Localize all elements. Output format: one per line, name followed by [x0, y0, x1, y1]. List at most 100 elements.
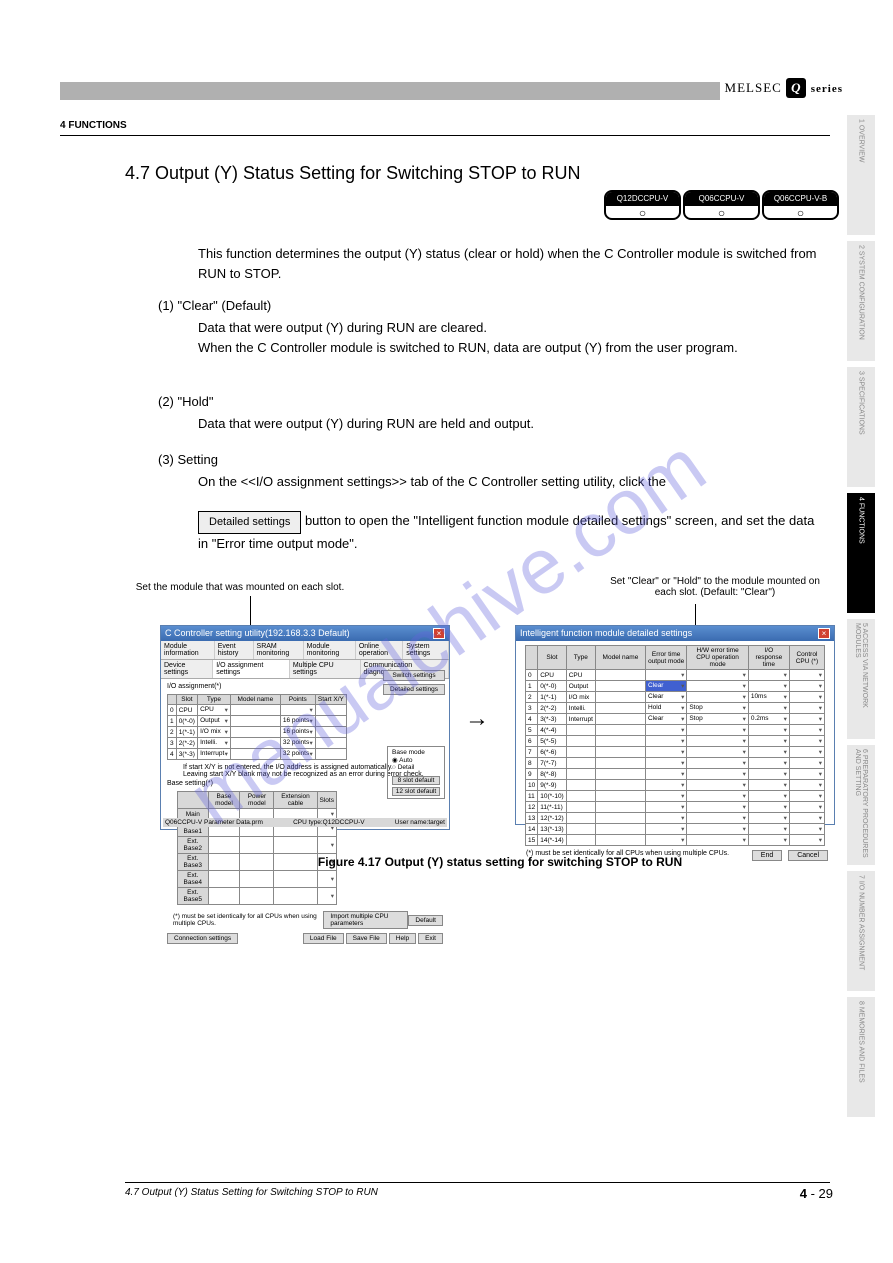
detail-cell[interactable]: ▾	[789, 824, 824, 835]
detail-cell[interactable]: ▾	[687, 758, 749, 769]
tab-event-history[interactable]: Event history	[215, 641, 254, 659]
exit-btn[interactable]: Exit	[418, 933, 443, 944]
detail-cell[interactable]: ▾	[687, 802, 749, 813]
detail-cell[interactable]: ▾	[645, 813, 686, 824]
io-cell[interactable]: ▾	[280, 705, 315, 716]
side-tab-7[interactable]: 7 I/O NUMBER ASSIGNMENT	[847, 871, 875, 991]
tab-module-info[interactable]: Module information	[161, 641, 215, 659]
detail-cell[interactable]: ▾	[645, 791, 686, 802]
detail-cell[interactable]: ▾	[789, 747, 824, 758]
detail-cell[interactable]: ▾	[645, 758, 686, 769]
detail-cell[interactable]: ▾	[789, 791, 824, 802]
detailed-settings-button[interactable]: Detailed settings	[383, 684, 445, 695]
detail-cell[interactable]: ▾	[748, 736, 789, 747]
default-btn[interactable]: Default	[408, 915, 443, 926]
detail-cell[interactable]: ▾	[687, 692, 749, 703]
io-cell[interactable]	[230, 705, 280, 716]
tab-online-op[interactable]: Online operation	[356, 641, 403, 659]
detail-cell[interactable]: Clear▾	[645, 681, 686, 692]
tab-sram[interactable]: SRAM monitoring	[254, 641, 304, 659]
io-cell[interactable]: 16 points▾	[280, 727, 315, 738]
io-cell[interactable]	[315, 705, 346, 716]
eight-slot-default-btn[interactable]: 8 slot default	[392, 776, 440, 785]
detail-cell[interactable]: ▾	[789, 835, 824, 846]
detail-cell[interactable]: ▾	[687, 670, 749, 681]
base-mode-detail[interactable]: Detail	[392, 764, 440, 771]
close-icon[interactable]: ×	[818, 628, 830, 639]
detail-cell[interactable]: 0.2ms▾	[748, 714, 789, 725]
import-multiple-cpu-btn[interactable]: Import multiple CPU parameters	[323, 911, 408, 929]
tab-system-settings[interactable]: System settings	[403, 641, 449, 659]
detail-cell[interactable]: ▾	[748, 769, 789, 780]
base-cell[interactable]: ▾	[317, 871, 336, 888]
detail-cell[interactable]: ▾	[748, 813, 789, 824]
io-cell[interactable]: Interrupt▾	[198, 749, 231, 760]
detail-cell[interactable]: ▾	[789, 692, 824, 703]
detail-cell[interactable]: ▾	[645, 736, 686, 747]
detail-cell[interactable]: ▾	[645, 835, 686, 846]
detail-cell[interactable]: ▾	[789, 802, 824, 813]
detail-cell[interactable]: ▾	[748, 725, 789, 736]
base-cell[interactable]	[240, 888, 274, 905]
detail-cell[interactable]: ▾	[748, 747, 789, 758]
close-icon[interactable]: ×	[433, 628, 445, 639]
detail-cell[interactable]: Stop▾	[687, 703, 749, 714]
io-cell[interactable]	[315, 727, 346, 738]
detail-cell[interactable]: ▾	[645, 780, 686, 791]
connection-settings-btn[interactable]: Connection settings	[167, 933, 238, 944]
detail-cell[interactable]: ▾	[748, 824, 789, 835]
io-cell[interactable]: Output▾	[198, 716, 231, 727]
detail-cell[interactable]: ▾	[748, 758, 789, 769]
detail-cell[interactable]: ▾	[789, 725, 824, 736]
detail-cell[interactable]: ▾	[748, 670, 789, 681]
tab-io-assignment[interactable]: I/O assignment settings	[213, 660, 290, 678]
detail-cell[interactable]: Clear▾	[645, 692, 686, 703]
detail-cell[interactable]: ▾	[645, 769, 686, 780]
side-tab-5[interactable]: 5 ACCESS VIA NETWORK MODULES	[847, 619, 875, 739]
io-cell[interactable]: 32 points▾	[280, 749, 315, 760]
detail-cell[interactable]: ▾	[687, 769, 749, 780]
detail-cell[interactable]: ▾	[645, 747, 686, 758]
detail-cell[interactable]: ▾	[748, 703, 789, 714]
switch-settings-button[interactable]: Switch settings	[383, 670, 445, 681]
detail-cell[interactable]: ▾	[687, 824, 749, 835]
io-cell[interactable]	[315, 716, 346, 727]
base-cell[interactable]	[208, 871, 240, 888]
side-tab-8[interactable]: 8 MEMORIES AND FILES	[847, 997, 875, 1117]
io-cell[interactable]: Intelli.▾	[198, 738, 231, 749]
base-cell[interactable]	[208, 888, 240, 905]
detail-cell[interactable]: ▾	[687, 681, 749, 692]
io-cell[interactable]	[230, 727, 280, 738]
side-tab-2[interactable]: 2 SYSTEM CONFIGURATION	[847, 241, 875, 361]
detail-cell[interactable]: ▾	[687, 835, 749, 846]
io-cell[interactable]	[230, 738, 280, 749]
io-cell[interactable]	[315, 738, 346, 749]
io-cell[interactable]: CPU▾	[198, 705, 231, 716]
detail-cell[interactable]: Stop▾	[687, 714, 749, 725]
detail-cell[interactable]: ▾	[789, 769, 824, 780]
detail-cell[interactable]: ▾	[645, 725, 686, 736]
detail-cell[interactable]: ▾	[789, 758, 824, 769]
detail-cell[interactable]: ▾	[789, 714, 824, 725]
io-cell[interactable]	[315, 749, 346, 760]
base-cell[interactable]	[240, 871, 274, 888]
twelve-slot-default-btn[interactable]: 12 slot default	[392, 787, 440, 796]
save-file-btn[interactable]: Save File	[346, 933, 387, 944]
detail-cell[interactable]: ▾	[687, 736, 749, 747]
detail-cell[interactable]: ▾	[789, 670, 824, 681]
detail-cell[interactable]: Hold▾	[645, 703, 686, 714]
base-cell[interactable]: ▾	[317, 888, 336, 905]
io-cell[interactable]	[230, 749, 280, 760]
base-cell[interactable]	[274, 871, 317, 888]
io-cell[interactable]: I/O mix▾	[198, 727, 231, 738]
tab-module-monitor[interactable]: Module monitoring	[304, 641, 356, 659]
help-btn[interactable]: Help	[389, 933, 416, 944]
detail-cell[interactable]: ▾	[687, 813, 749, 824]
detail-cell[interactable]: Clear▾	[645, 714, 686, 725]
side-tab-6[interactable]: 6 PREPARATORY PROCEDURES AND SETTING	[847, 745, 875, 865]
detail-cell[interactable]: ▾	[687, 747, 749, 758]
detail-cell[interactable]: ▾	[687, 725, 749, 736]
side-tab-3[interactable]: 3 SPECIFICATIONS	[847, 367, 875, 487]
detail-cell[interactable]: ▾	[748, 835, 789, 846]
base-cell[interactable]: ▾	[317, 837, 336, 854]
